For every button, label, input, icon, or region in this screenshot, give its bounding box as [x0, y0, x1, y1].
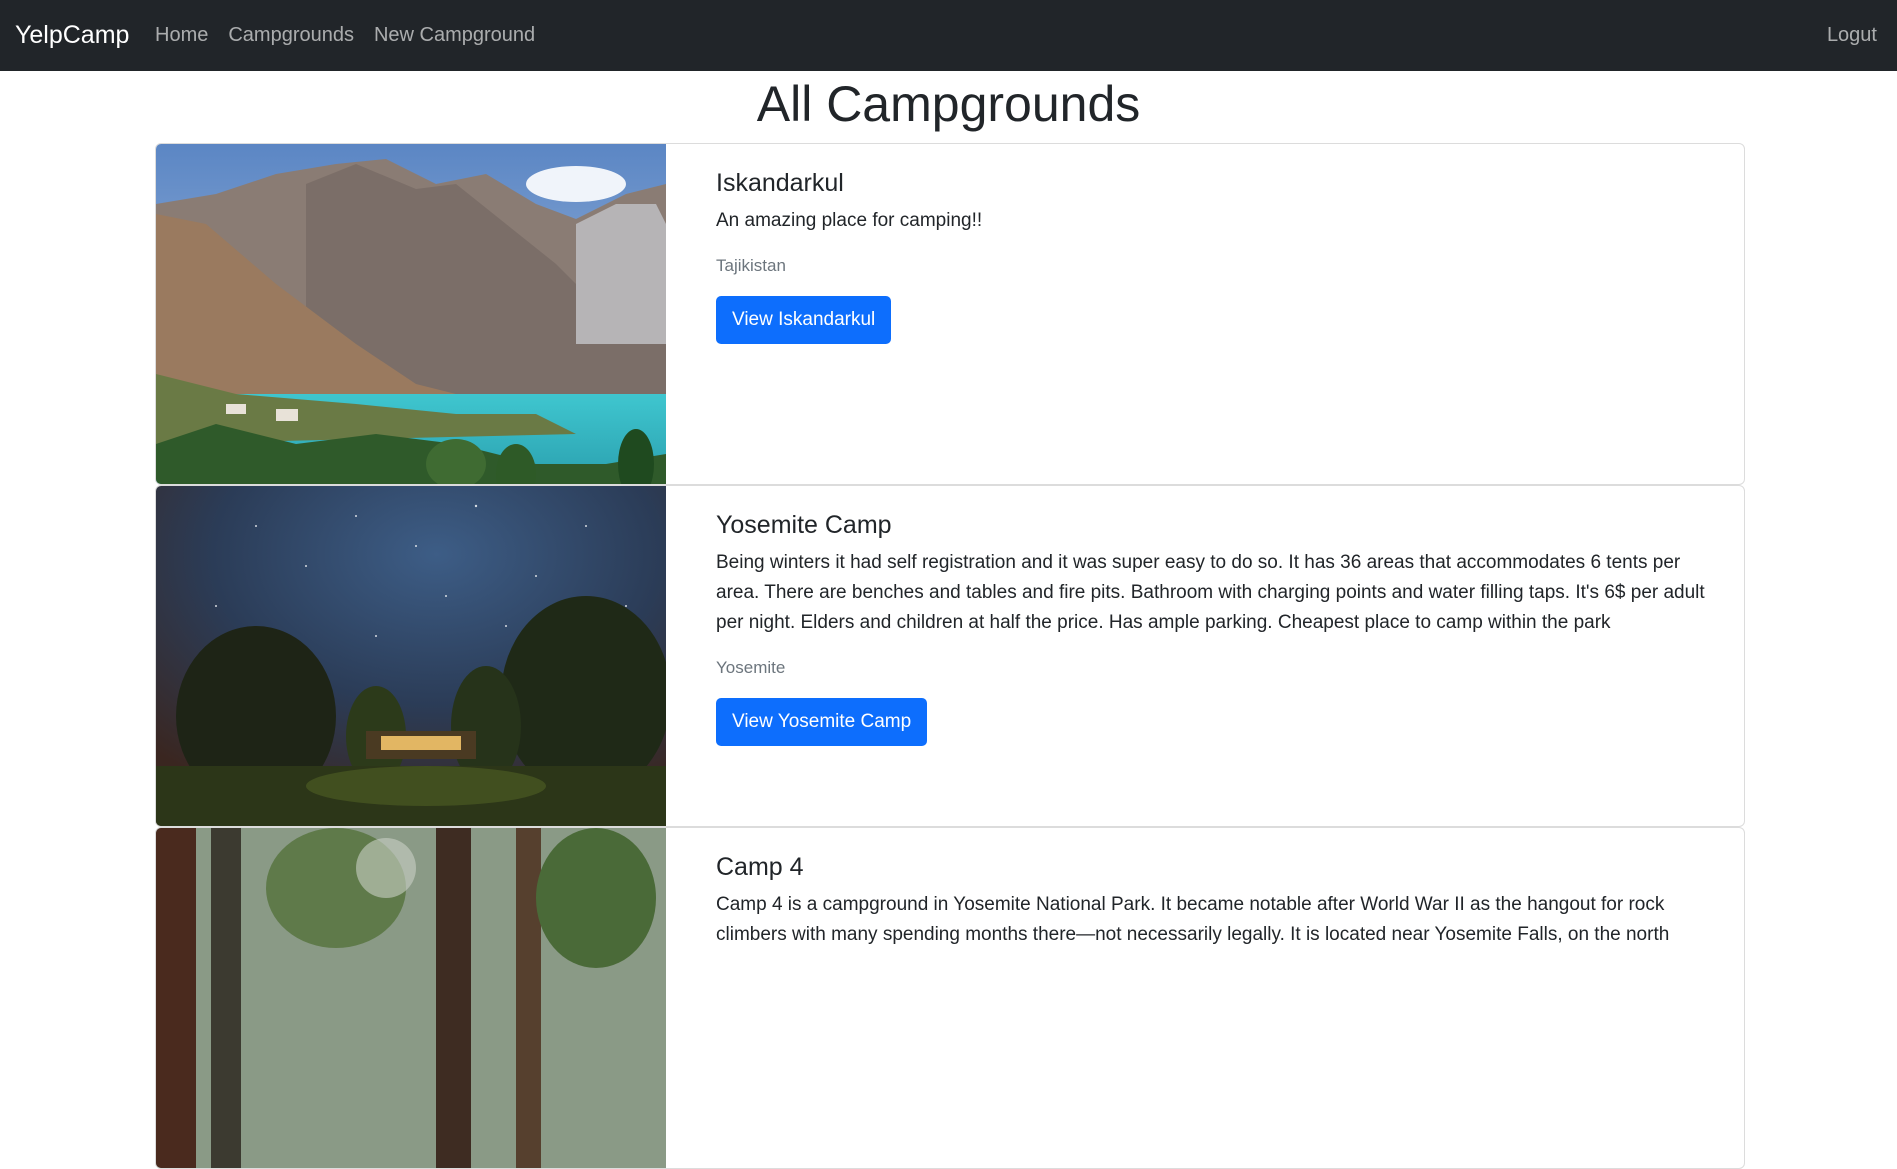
nav-home-link[interactable]: Home	[155, 24, 208, 47]
view-campground-button[interactable]: View Yosemite Camp	[716, 698, 928, 746]
campground-image	[156, 486, 666, 826]
campground-list: Iskandarkul An amazing place for camping…	[155, 143, 1745, 1169]
campground-title: Camp 4	[716, 853, 804, 881]
page-title: All Campgrounds	[756, 76, 1141, 132]
campground-description: Being winters it had self registration a…	[716, 552, 1705, 633]
navbar: YelpCamp Home Campgrounds New Campground…	[0, 0, 1897, 71]
campground-card: Iskandarkul An amazing place for camping…	[155, 143, 1745, 485]
logout-link[interactable]: Logut	[1827, 0, 1877, 71]
campground-image	[156, 144, 666, 484]
campground-location: Tajikistan	[716, 256, 786, 275]
campground-card-body: Iskandarkul An amazing place for camping…	[716, 164, 1724, 344]
campground-card: Camp 4 Camp 4 is a campground in Yosemit…	[155, 827, 1745, 1169]
campground-title: Yosemite Camp	[716, 511, 892, 539]
campground-title: Iskandarkul	[716, 169, 844, 197]
view-campground-button[interactable]: View Iskandarkul	[716, 296, 892, 344]
campground-location: Yosemite	[716, 658, 786, 677]
nav-links: Home Campgrounds New Campground	[155, 0, 555, 71]
nav-campgrounds-link[interactable]: Campgrounds	[228, 24, 354, 47]
nav-new-campground-link[interactable]: New Campground	[374, 24, 535, 47]
campground-card: Yosemite Camp Being winters it had self …	[155, 485, 1745, 827]
campground-description: An amazing place for camping!!	[716, 210, 983, 231]
campground-card-body: Camp 4 Camp 4 is a campground in Yosemit…	[716, 848, 1724, 950]
campground-image	[156, 828, 666, 1168]
campground-description: Camp 4 is a campground in Yosemite Natio…	[716, 894, 1670, 945]
campground-card-body: Yosemite Camp Being winters it had self …	[716, 506, 1724, 746]
brand-logo[interactable]: YelpCamp	[15, 0, 129, 71]
